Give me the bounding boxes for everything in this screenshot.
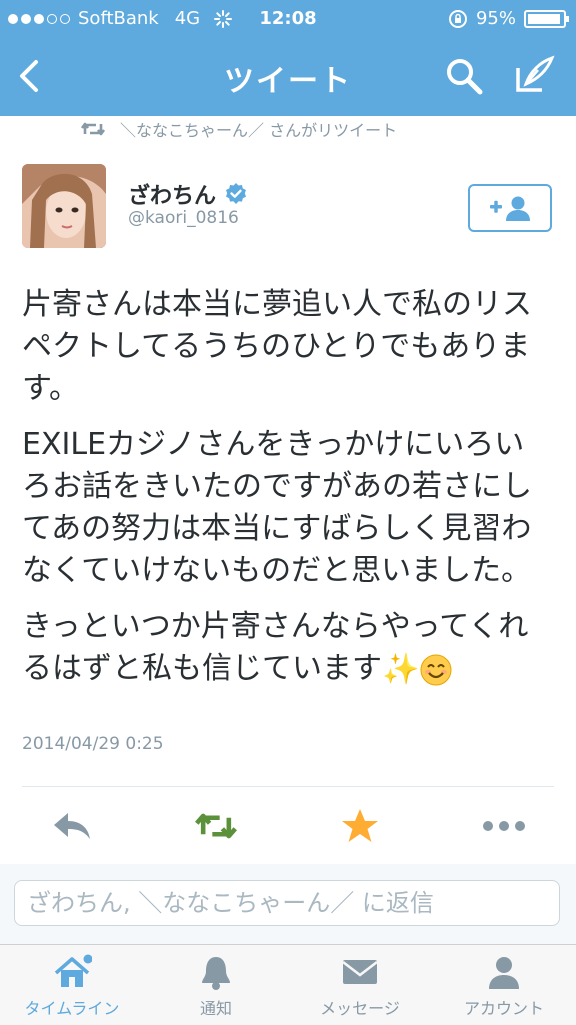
home-icon — [54, 954, 92, 987]
tweet-paragraph-1: 片寄さんは本当に夢追い人で私のリスペクトしてるうちのひとりでもあります。 — [22, 287, 532, 406]
retweet-button[interactable] — [194, 806, 238, 846]
retweet-icon — [195, 813, 237, 839]
reply-button[interactable] — [50, 806, 94, 846]
author-name-row: ざわちん — [128, 178, 248, 210]
tab-account[interactable]: アカウント — [432, 945, 576, 1025]
tweet-body: 片寄さんは本当に夢追い人で私のリスペクトしてるうちのひとりでもあります。 EXI… — [22, 284, 542, 705]
tweet-timestamp: 2014/04/29 0:25 — [22, 734, 164, 754]
tab-notifications-label: 通知 — [199, 999, 232, 1018]
author-handle: @kaori_0816 — [128, 208, 239, 228]
tab-timeline-label: タイムライン — [24, 999, 120, 1018]
tweet-actions — [0, 796, 576, 858]
compose-icon[interactable] — [512, 54, 556, 96]
avatar-photo — [22, 164, 106, 248]
account-icon — [489, 957, 519, 989]
favorite-button[interactable] — [338, 806, 382, 846]
tab-bar: タイムライン 通知 メッセージ アカウント — [0, 944, 576, 1025]
status-bar: SoftBank 4G 12:08 95% — [0, 0, 576, 38]
page-title: ツイート — [224, 64, 352, 99]
retweet-small-icon — [80, 122, 106, 136]
notifications-icon — [202, 957, 230, 990]
author-name[interactable]: ざわちん — [128, 178, 216, 210]
tweet-paragraph-3: きっといつか片寄さんならやってくれるはずと私も信じています✨ — [22, 606, 542, 691]
tab-messages-label: メッセージ — [320, 999, 400, 1018]
retweet-note-text: ＼ななこちゃーん／ さんがリツイート — [120, 121, 398, 140]
battery-percent: 95% — [475, 8, 516, 29]
follow-icon — [490, 196, 530, 221]
reply-icon — [54, 813, 90, 839]
more-icon — [483, 821, 525, 831]
smiling-face-emoji — [420, 654, 452, 685]
divider — [22, 786, 554, 787]
messages-icon — [342, 960, 378, 984]
tab-account-label: アカウント — [463, 999, 544, 1018]
tab-timeline[interactable]: タイムライン — [0, 945, 144, 1025]
tab-messages[interactable]: メッセージ — [288, 945, 432, 1025]
top-bar: SoftBank 4G 12:08 95% ツイート — [0, 0, 576, 116]
tab-notifications[interactable]: 通知 — [144, 945, 288, 1025]
rotation-lock-icon — [448, 9, 467, 28]
more-button[interactable] — [482, 806, 526, 846]
reply-input[interactable]: ざわちん, ＼ななこちゃーん／ に返信 — [14, 880, 560, 926]
follow-button[interactable] — [468, 184, 552, 232]
verified-icon — [226, 183, 247, 204]
search-icon[interactable] — [444, 56, 484, 96]
tweet-paragraph-2: EXILEカジノさんをきっかけにいろいろお話をきいたのですがあの若さにしてあの努… — [22, 427, 532, 588]
favorite-icon — [342, 809, 378, 842]
battery-icon — [524, 9, 569, 28]
reply-bar: ざわちん, ＼ななこちゃーん／ に返信 — [0, 864, 576, 944]
avatar[interactable] — [22, 164, 106, 248]
nav-bar: ツイート — [0, 38, 576, 116]
sparkles-emoji: ✨ — [382, 651, 420, 687]
retweet-note: ＼ななこちゃーん／ さんがリツイート — [80, 116, 397, 142]
